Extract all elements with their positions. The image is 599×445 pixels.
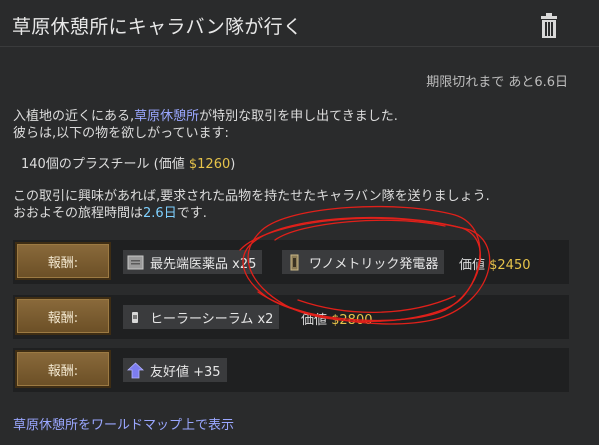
reward-option-1: 報酬: 最先端医薬品 x25 ワノメトリック発電器 価値 $2450 <box>13 240 569 284</box>
caravan-line-2: おおよその旅程時間は2.6日です. <box>13 205 207 222</box>
request-value: $1260 <box>188 157 231 172</box>
reward-button-2[interactable]: 報酬: <box>15 297 111 335</box>
intro-line-1: 入植地の近くにある,草原休憩所が特別な取引を申し出てきました. <box>13 108 398 125</box>
goodwill-icon <box>126 361 145 379</box>
settlement-link[interactable]: 草原休憩所 <box>134 109 199 124</box>
page-title: 草原休憩所にキャラバン隊が行く <box>12 16 303 38</box>
caravan-line-1: この取引に興味があれば,要求された品物を持たせたキャラバン隊を送りましょう. <box>13 189 490 204</box>
trash-icon[interactable] <box>536 12 562 40</box>
reward-value: 価値 $2800 <box>301 309 373 328</box>
value-amount: $2450 <box>489 258 531 273</box>
serum-icon <box>127 309 144 326</box>
request-text: 140個のプラスチール (価値 <box>21 157 189 172</box>
intro-suffix: が特別な取引を申し出てきました. <box>199 109 398 124</box>
reward-item: 最先端医薬品 x25 <box>123 250 263 274</box>
expiry-text: 期限切れまで あと6.6日 <box>426 75 568 90</box>
requested-items: 140個のプラスチール (価値 $1260) <box>21 156 235 173</box>
reward-item: ワノメトリック発電器 <box>282 250 445 274</box>
medicine-icon <box>127 254 144 271</box>
show-on-world-map-link[interactable]: 草原休憩所をワールドマップ上で表示 <box>13 414 234 433</box>
value-label: 価値 <box>301 313 332 328</box>
reward-value: 価値 $2450 <box>459 254 531 273</box>
value-label: 価値 <box>459 258 490 273</box>
reward-item-label: ワノメトリック発電器 <box>309 256 439 272</box>
reward-item-label: ヒーラーシーラム x2 <box>150 311 274 327</box>
travel-time-days: 2.6日 <box>143 206 177 221</box>
travel-time-prefix: おおよその旅程時間は <box>13 206 144 221</box>
travel-time-suffix: です. <box>176 206 207 221</box>
intro-line-2: 彼らは,以下の物を欲しがっています: <box>13 126 229 141</box>
reward-item: ヒーラーシーラム x2 <box>123 305 280 329</box>
reward-button-3[interactable]: 報酬: <box>15 350 111 388</box>
header-divider <box>0 46 599 47</box>
reward-item-label: 最先端医薬品 x25 <box>150 256 257 272</box>
reward-option-3: 報酬: 友好値 +35 <box>13 348 569 392</box>
reward-button-1[interactable]: 報酬: <box>15 242 111 280</box>
intro-prefix: 入植地の近くにある, <box>13 109 135 124</box>
value-amount: $2800 <box>331 313 373 328</box>
reward-item-label: 友好値 +35 <box>150 364 221 380</box>
reward-item: 友好値 +35 <box>123 358 227 382</box>
request-suffix: ) <box>230 157 236 172</box>
reward-option-2: 報酬: ヒーラーシーラム x2 価値 $2800 <box>13 295 569 339</box>
generator-icon <box>286 254 303 271</box>
